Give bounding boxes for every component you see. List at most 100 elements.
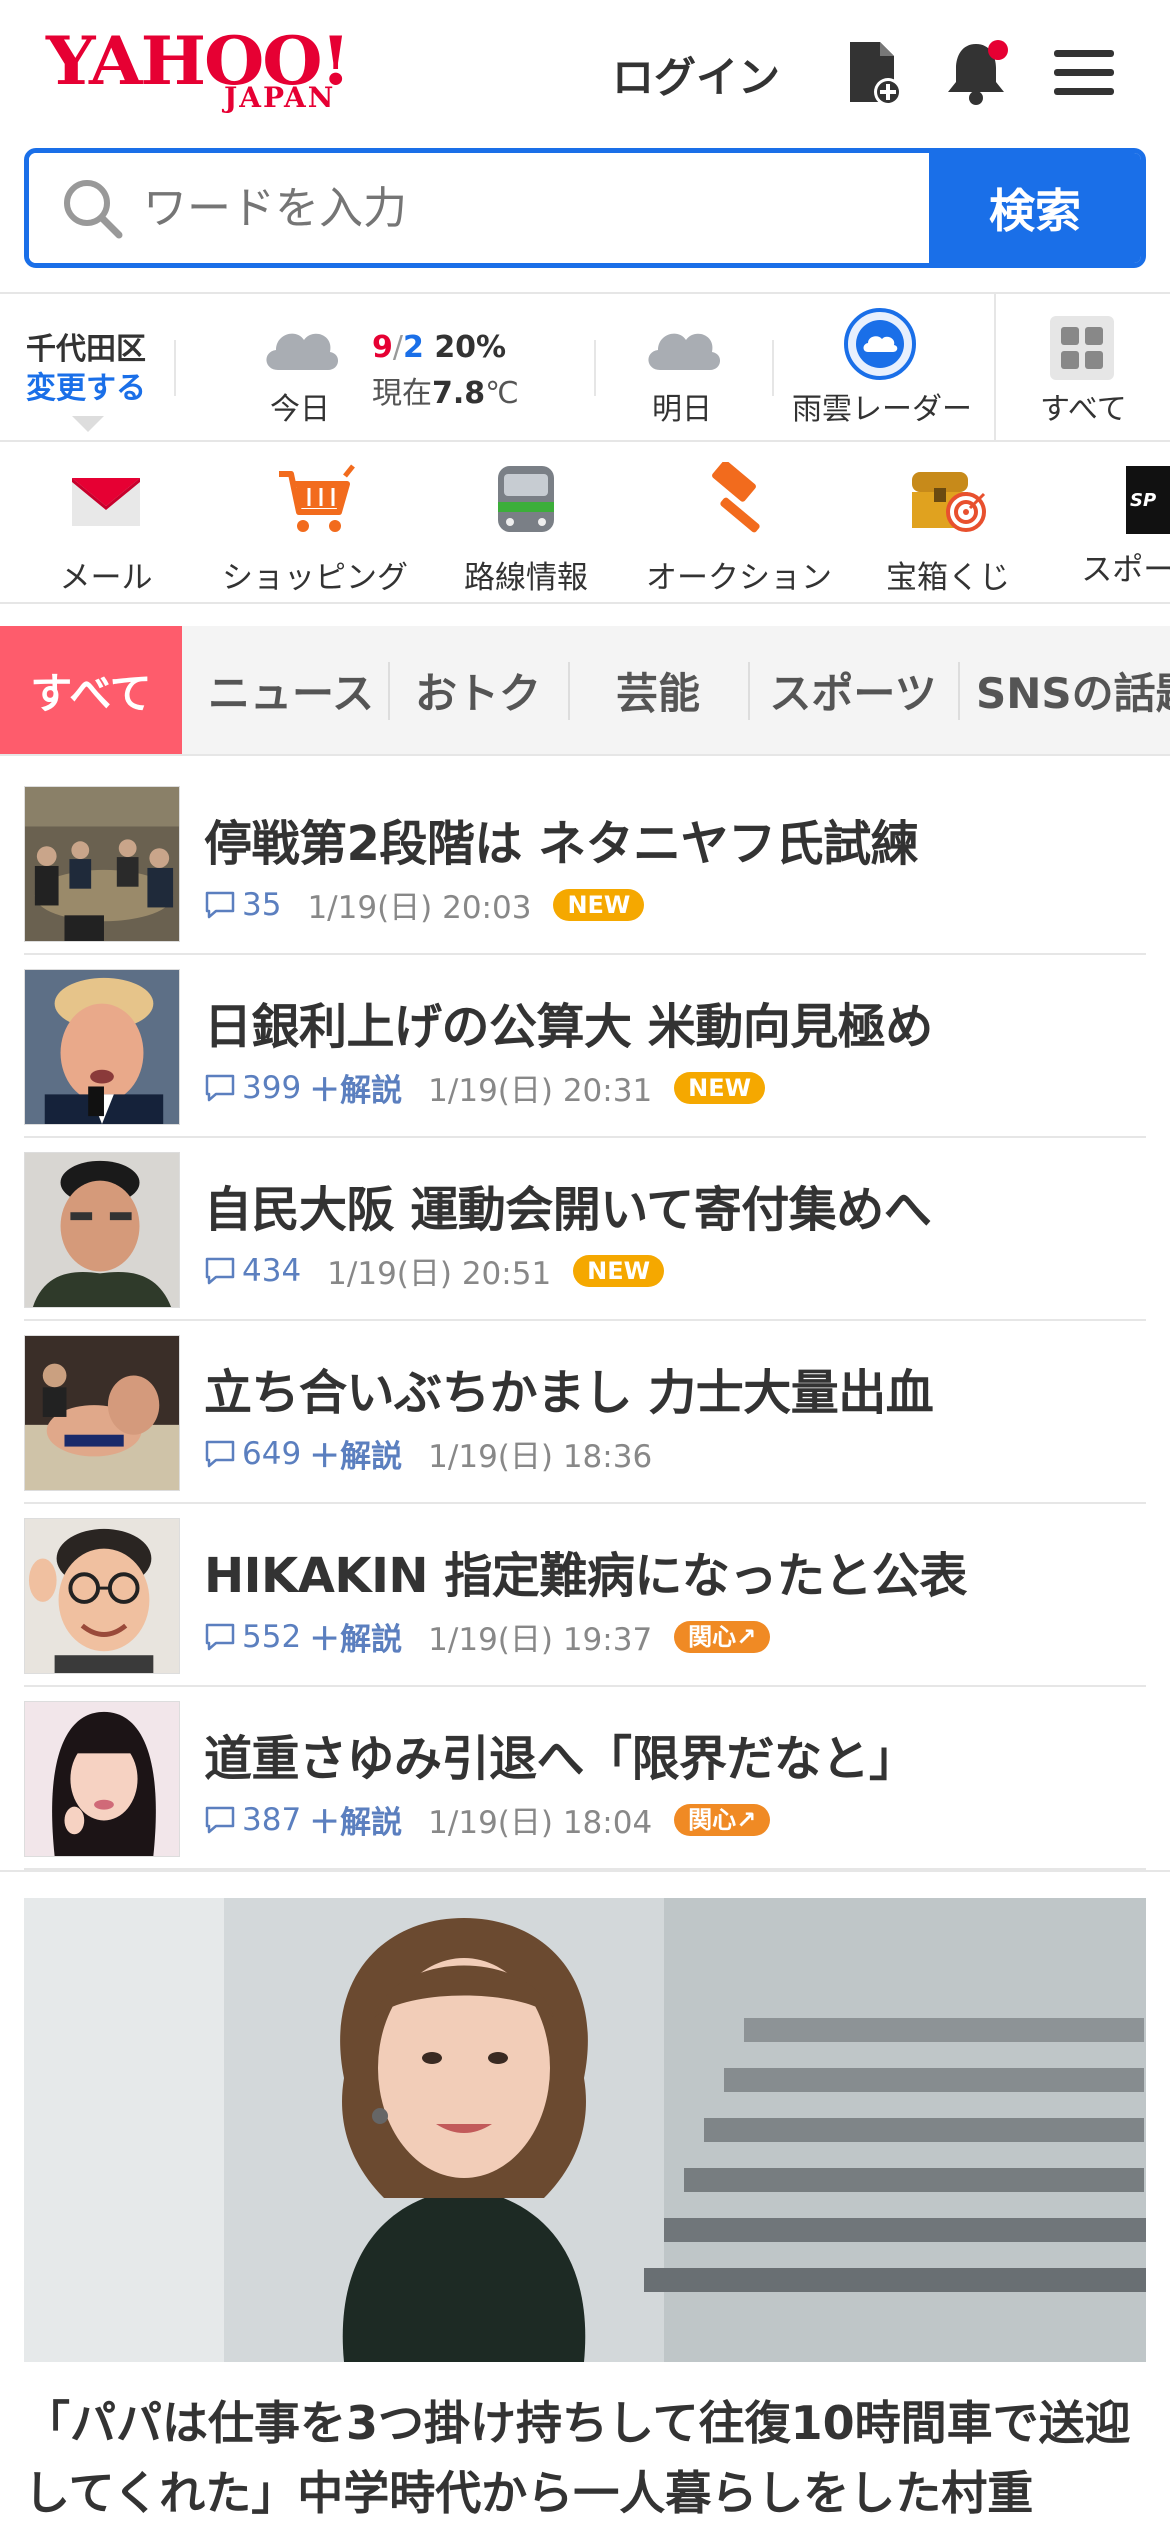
service-label: ショッピング (222, 560, 408, 596)
train-icon (498, 466, 554, 532)
search-field[interactable] (29, 153, 929, 263)
comment-count: 434 (242, 1252, 302, 1289)
divider (594, 340, 596, 396)
commentary-label: ＋解説 (309, 1439, 403, 1475)
service-label: 宝箱くじ (886, 560, 1010, 596)
cloud-icon[interactable] (640, 314, 724, 378)
news-date: 1/19(日) 20:03 (307, 890, 532, 926)
tab-sports[interactable]: スポーツ (750, 626, 956, 754)
news-meta: 552 ＋解説 1/19(日) 19:37 関心↗ (204, 1614, 771, 1659)
all-weather-label[interactable]: すべて (1040, 384, 1127, 428)
tab-sns[interactable]: SNSの話題 (960, 626, 1170, 754)
service-sports[interactable]: SP スポーツ (1068, 462, 1170, 589)
news-date: 1/19(日) 18:04 (428, 1805, 653, 1841)
temp-separator: / (392, 330, 403, 365)
comment-icon (205, 1623, 235, 1650)
news-title: 立ち合いぶちかまし 力士大量出血 (204, 1365, 934, 1421)
temperature-today: 9/2 20% (372, 330, 506, 365)
search-button[interactable]: 検索 (929, 153, 1141, 263)
yahoo-japan-logo[interactable]: YAHOO! JAPAN (46, 28, 366, 120)
feature-title[interactable]: 「パパは仕事を3つ掛け持ちして往復10時間車で送迎してくれた」中学時代から一人暮… (24, 2388, 1146, 2528)
login-link[interactable]: ログイン (612, 44, 780, 105)
news-meta: 434 1/19(日) 20:51 NEW (204, 1248, 665, 1293)
news-item[interactable]: 立ち合いぶちかまし 力士大量出血 649 ＋解説 1/19(日) 18:36 (24, 1321, 1146, 1504)
treasure-box-icon (912, 472, 986, 532)
news-meta: 399 ＋解説 1/19(日) 20:31 NEW (204, 1065, 766, 1110)
category-tabs: すべて ニュース おトク 芸能 スポーツ SNSの話題 (0, 626, 1170, 756)
service-auction[interactable]: オークション (646, 460, 832, 597)
news-item[interactable]: HIKAKIN 指定難病になったと公表 552 ＋解説 1/19(日) 19:3… (24, 1504, 1146, 1687)
news-meta: 387 ＋解説 1/19(日) 18:04 関心↗ (204, 1797, 771, 1842)
comment-icon (205, 1806, 235, 1833)
service-label: スポーツ (1081, 552, 1170, 588)
now-unit: ℃ (485, 376, 519, 411)
logo-sub: JAPAN (224, 81, 336, 114)
temp-high: 9 (372, 330, 393, 365)
interest-badge: 関心↗ (674, 1620, 771, 1653)
comment-count: 35 (242, 886, 282, 923)
service-shopping[interactable]: ショッピング (222, 462, 408, 597)
interest-badge: 関心↗ (674, 1803, 771, 1836)
news-thumbnail (24, 1152, 180, 1308)
tomorrow-label[interactable]: 明日 (652, 384, 712, 428)
news-thumbnail (24, 786, 180, 942)
comment-count: 649 (242, 1435, 302, 1472)
divider (994, 294, 996, 442)
location-name: 千代田区 (26, 332, 146, 367)
shopping-cart-icon (279, 464, 355, 532)
commentary-label: ＋解説 (309, 1073, 403, 1109)
tab-deals[interactable]: おトク (390, 626, 566, 754)
notification-bell-icon[interactable] (940, 36, 1012, 108)
news-item[interactable]: 道重さゆみ引退へ「限界だなと」 387 ＋解説 1/19(日) 18:04 関心… (24, 1687, 1146, 1870)
search-input[interactable] (143, 182, 843, 234)
rain-radar-icon[interactable] (842, 306, 918, 382)
new-badge: NEW (553, 888, 645, 921)
service-row: メール ショッピング 路線情報 オークション 宝箱くじ SP スポ (0, 444, 1170, 604)
sports-icon: SP (1126, 466, 1170, 534)
auction-hammer-icon (712, 460, 760, 533)
news-title: 自民大阪 運動会開いて寄付集めへ (204, 1182, 932, 1238)
hamburger-menu-icon[interactable] (1048, 36, 1120, 108)
section-divider (0, 1870, 1170, 1872)
tab-news[interactable]: ニュース (196, 626, 386, 754)
tab-all[interactable]: すべて (0, 626, 182, 754)
service-mail[interactable]: メール (54, 462, 158, 597)
current-temperature: 現在7.8℃ (372, 368, 519, 412)
comment-count: 387 (242, 1801, 302, 1838)
comment-count: 399 (242, 1069, 302, 1106)
service-transit[interactable]: 路線情報 (460, 462, 592, 597)
news-item[interactable]: 自民大阪 運動会開いて寄付集めへ 434 1/19(日) 20:51 NEW (24, 1138, 1146, 1321)
divider (772, 340, 774, 396)
comment-icon (205, 1257, 235, 1284)
today-label[interactable]: 今日 (270, 384, 330, 428)
rain-radar-label[interactable]: 雨雲レーダー (792, 384, 972, 428)
news-thumbnail (24, 1518, 180, 1674)
news-item[interactable]: 停戦第2段階は ネタニヤフ氏試練 35 1/19(日) 20:03 NEW (24, 772, 1146, 955)
comment-icon (205, 891, 235, 918)
service-treasure[interactable]: 宝箱くじ (880, 462, 1016, 597)
precipitation: 20% (434, 330, 507, 365)
tab-entertainment[interactable]: 芸能 (570, 626, 746, 754)
cloud-icon[interactable] (258, 314, 342, 378)
news-title: 日銀利上げの公算大 米動向見極め (204, 999, 933, 1055)
add-document-icon[interactable] (836, 36, 908, 108)
service-label: オークション (646, 560, 832, 596)
change-location-link[interactable]: 変更する (26, 369, 146, 408)
news-title: HIKAKIN 指定難病になったと公表 (204, 1548, 967, 1604)
news-item[interactable]: 日銀利上げの公算大 米動向見極め 399 ＋解説 1/19(日) 20:31 N… (24, 955, 1146, 1138)
news-date: 1/19(日) 19:37 (428, 1622, 653, 1658)
now-temp: 7.8 (432, 376, 486, 411)
temp-low: 2 (402, 330, 424, 365)
news-date: 1/19(日) 20:51 (327, 1256, 552, 1292)
news-thumbnail (24, 1335, 180, 1491)
service-label: メール (59, 560, 153, 596)
feature-image[interactable] (24, 1898, 1146, 2362)
news-title: 停戦第2段階は ネタニヤフ氏試練 (204, 816, 919, 872)
service-label: 路線情報 (464, 560, 588, 596)
news-thumbnail (24, 1701, 180, 1857)
new-badge: NEW (674, 1071, 766, 1104)
all-grid-icon[interactable] (1050, 316, 1114, 380)
mail-icon (72, 478, 140, 526)
news-thumbnail (24, 969, 180, 1125)
now-prefix: 現在 (372, 376, 432, 411)
